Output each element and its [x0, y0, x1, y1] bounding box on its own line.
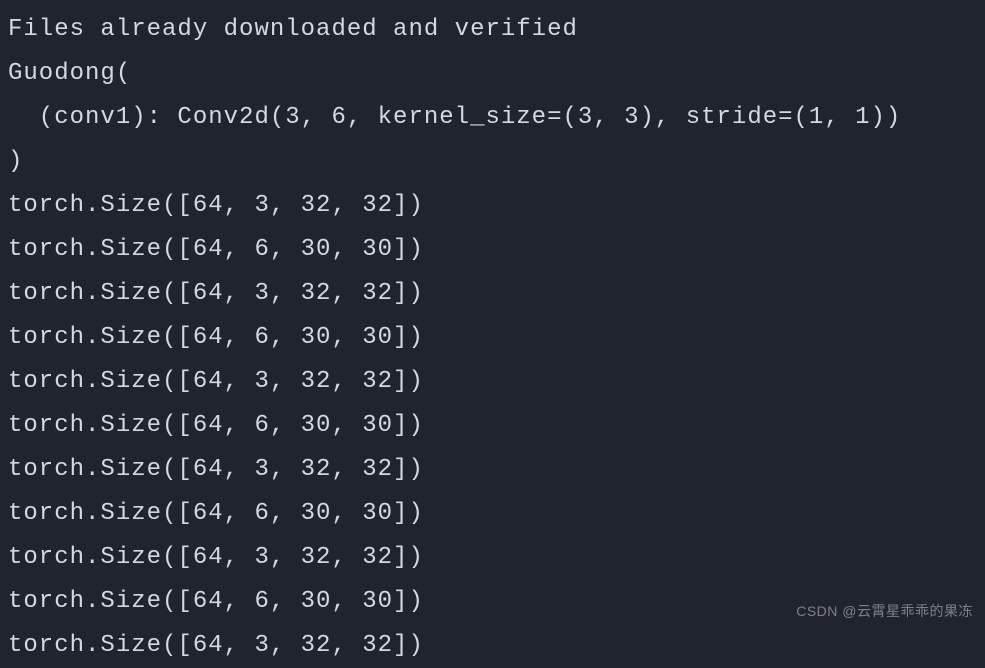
- output-line: torch.Size([64, 3, 32, 32]): [8, 272, 985, 316]
- output-line: torch.Size([64, 6, 30, 30]): [8, 316, 985, 360]
- output-line: (conv1): Conv2d(3, 6, kernel_size=(3, 3)…: [8, 96, 985, 140]
- output-line: torch.Size([64, 3, 32, 32]): [8, 624, 985, 668]
- terminal-output: Files already downloaded and verified Gu…: [8, 8, 985, 668]
- output-line: torch.Size([64, 6, 30, 30]): [8, 492, 985, 536]
- output-line: Files already downloaded and verified: [8, 8, 985, 52]
- output-line: torch.Size([64, 3, 32, 32]): [8, 360, 985, 404]
- output-line: torch.Size([64, 3, 32, 32]): [8, 536, 985, 580]
- output-line: torch.Size([64, 3, 32, 32]): [8, 184, 985, 228]
- watermark-text: CSDN @云霄星乖乖的果冻: [796, 601, 973, 621]
- output-line: torch.Size([64, 6, 30, 30]): [8, 228, 985, 272]
- output-line: Guodong(: [8, 52, 985, 96]
- output-line: torch.Size([64, 6, 30, 30]): [8, 404, 985, 448]
- output-line: torch.Size([64, 3, 32, 32]): [8, 448, 985, 492]
- output-line: ): [8, 140, 985, 184]
